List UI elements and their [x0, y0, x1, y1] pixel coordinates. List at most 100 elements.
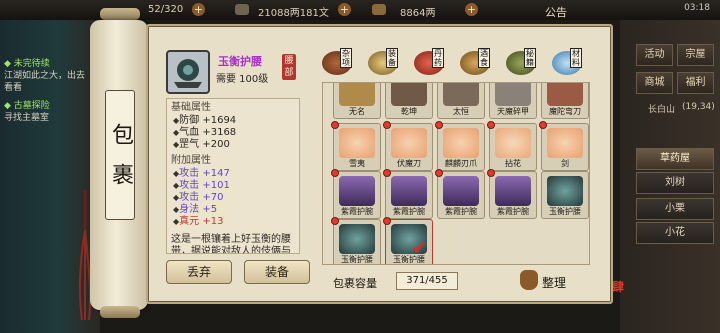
inventory-cell[interactable]: 紫霞护腕 [385, 171, 433, 219]
sort-label: 整理 [542, 276, 567, 290]
inventory-cell[interactable]: 剑 [541, 123, 589, 171]
cell-name: 无名 [349, 107, 365, 116]
selected-item-icon [166, 50, 210, 94]
item-name: 玉衡护腰 [218, 55, 262, 68]
location-name: 长白山 [648, 105, 676, 115]
tab-food[interactable]: 酒食 [460, 48, 496, 78]
base-stat: 罡气 +200 [171, 139, 295, 151]
add-gold-button[interactable]: + [465, 3, 478, 16]
stamina-value: 52/320 [148, 4, 184, 15]
money-value: 21088两181文 [258, 8, 329, 19]
inventory-cell[interactable]: 太恒 [437, 83, 485, 119]
tab-label: 材料 [570, 48, 582, 68]
new-dot-icon [487, 121, 495, 129]
extra-stats-title: 附加属性 [171, 155, 211, 166]
belt-icon [339, 224, 375, 254]
tab-book[interactable]: 秘籍 [506, 48, 542, 78]
inventory-cell[interactable]: 玉衡护腰 [333, 219, 381, 264]
item-slot-tag: 腰部 [282, 54, 296, 80]
inventory-cell[interactable]: 麒麟刃爪 [437, 123, 485, 171]
belt-icon [174, 59, 202, 88]
inventory-cell[interactable]: 雪夷 [333, 123, 381, 171]
add-money-button[interactable]: + [338, 3, 351, 16]
cell-name: 雪夷 [349, 159, 365, 168]
bracer-icon [339, 176, 375, 206]
discard-button[interactable]: 丢弃 [166, 260, 232, 284]
cell-name: 玉衡护腰 [341, 255, 373, 264]
inventory-cell[interactable]: 乾坤 [385, 83, 433, 119]
tab-pill[interactable]: 丹药 [414, 48, 450, 78]
cell-name: 紫霞护腕 [341, 207, 373, 216]
belt-icon [547, 176, 583, 206]
scroll-cap-top [100, 8, 140, 20]
inventory-cell[interactable]: 紫霞护腕 [489, 171, 537, 219]
claw-icon [495, 83, 531, 106]
extra-stat: 攻击 +70 [171, 192, 295, 204]
new-dot-icon [383, 121, 391, 129]
cell-name: 紫霞护腕 [393, 207, 425, 216]
extra-stat: 攻击 +101 [171, 180, 295, 192]
welfare-button[interactable]: 福利 [677, 72, 714, 94]
base-stat: 防御 +1694 [171, 115, 295, 127]
inventory-cell[interactable]: 紫霞护腕 [437, 171, 485, 219]
activity-button[interactable]: 活动 [636, 44, 673, 66]
quest-tracker[interactable]: ◆ 未完待续 江湖如此之大，出去看看 ◆ 古墓探险 寻找主墓室 [4, 58, 92, 130]
inventory-cell[interactable]: 魔陀弯刀 [541, 83, 589, 119]
tab-label: 装备 [386, 48, 398, 68]
inventory-cell[interactable]: 天魔碎甲 [489, 83, 537, 119]
inventory-cell[interactable]: 无名 [333, 83, 381, 119]
bracer-icon [495, 176, 531, 206]
inventory-cell[interactable]: 玉衡护腰 [541, 171, 589, 219]
inventory-cell[interactable]: 伏魔刀 [385, 123, 433, 171]
sort-button[interactable]: 整理 [520, 270, 572, 292]
new-dot-icon [331, 217, 339, 225]
quest-title[interactable]: ◆ 未完待续 [4, 58, 92, 70]
bracer-icon [443, 176, 479, 206]
npc-item[interactable]: 小栗 [636, 198, 714, 220]
inventory-grid[interactable]: 无名 乾坤 太恒 天魔碎甲 魔陀弯刀 雪夷 伏魔刀 麒麟刃爪 拈花 剑 紫霞护腕 [322, 82, 590, 265]
cell-name: 太恒 [453, 107, 469, 116]
sword-icon [547, 128, 583, 158]
sword-icon [443, 83, 479, 106]
base-stat: 气血 +3168 [171, 127, 295, 139]
inventory-cell-selected[interactable]: 玉衡护腰 ✔ [385, 219, 433, 264]
shop-button[interactable]: 商城 [636, 72, 673, 94]
hammer-icon [391, 83, 427, 106]
new-dot-icon [383, 217, 391, 225]
cell-name: 乾坤 [401, 107, 417, 116]
new-dot-icon [331, 121, 339, 129]
bag-icon [520, 270, 538, 290]
new-dot-icon [331, 169, 339, 177]
item-requirement: 需要 100级 [216, 74, 269, 85]
tab-misc[interactable]: 杂项 [322, 48, 358, 78]
npc-item[interactable]: 小花 [636, 222, 714, 244]
gold-value: 8864两 [400, 8, 436, 19]
tab-material[interactable]: 材料 [552, 48, 588, 78]
extra-stat: 身法 +5 [171, 204, 295, 216]
gold-icon [372, 4, 386, 15]
cell-name: 玉衡护腰 [549, 207, 581, 216]
tab-label: 丹药 [432, 48, 444, 68]
cell-name: 紫霞护腕 [445, 207, 477, 216]
cell-name: 魔陀弯刀 [549, 107, 581, 116]
quest-desc: 寻找主墓室 [4, 113, 50, 123]
inventory-cell[interactable]: 紫霞护腕 [333, 171, 381, 219]
item-description: 这是一根镶着上好玉衡的腰带，据说能对敌人的伎俩与精神 [171, 234, 291, 254]
capacity-value: 371/455 [396, 272, 458, 290]
notice-button[interactable]: 公告 [545, 4, 567, 20]
new-dot-icon [539, 121, 547, 129]
silver-icon [235, 4, 249, 15]
tab-equip[interactable]: 装备 [368, 48, 404, 78]
selected-check-icon: ✔ [412, 238, 428, 259]
equip-button[interactable]: 装备 [244, 260, 310, 284]
tab-label: 秘籍 [524, 48, 536, 68]
npc-item[interactable]: 草药屋 [636, 148, 714, 170]
quest-title[interactable]: ◆ 古墓探险 [4, 100, 92, 112]
clan-button[interactable]: 宗屋 [677, 44, 714, 66]
add-stamina-button[interactable]: + [192, 3, 205, 16]
inventory-cell[interactable]: 拈花 [489, 123, 537, 171]
cell-name: 伏魔刀 [397, 159, 421, 168]
cell-name: 剑 [561, 159, 569, 168]
item-stats-panel[interactable]: 基础属性 防御 +1694 气血 +3168 罡气 +200 附加属性 攻击 +… [166, 98, 300, 254]
npc-item[interactable]: 刘树 [636, 172, 714, 194]
